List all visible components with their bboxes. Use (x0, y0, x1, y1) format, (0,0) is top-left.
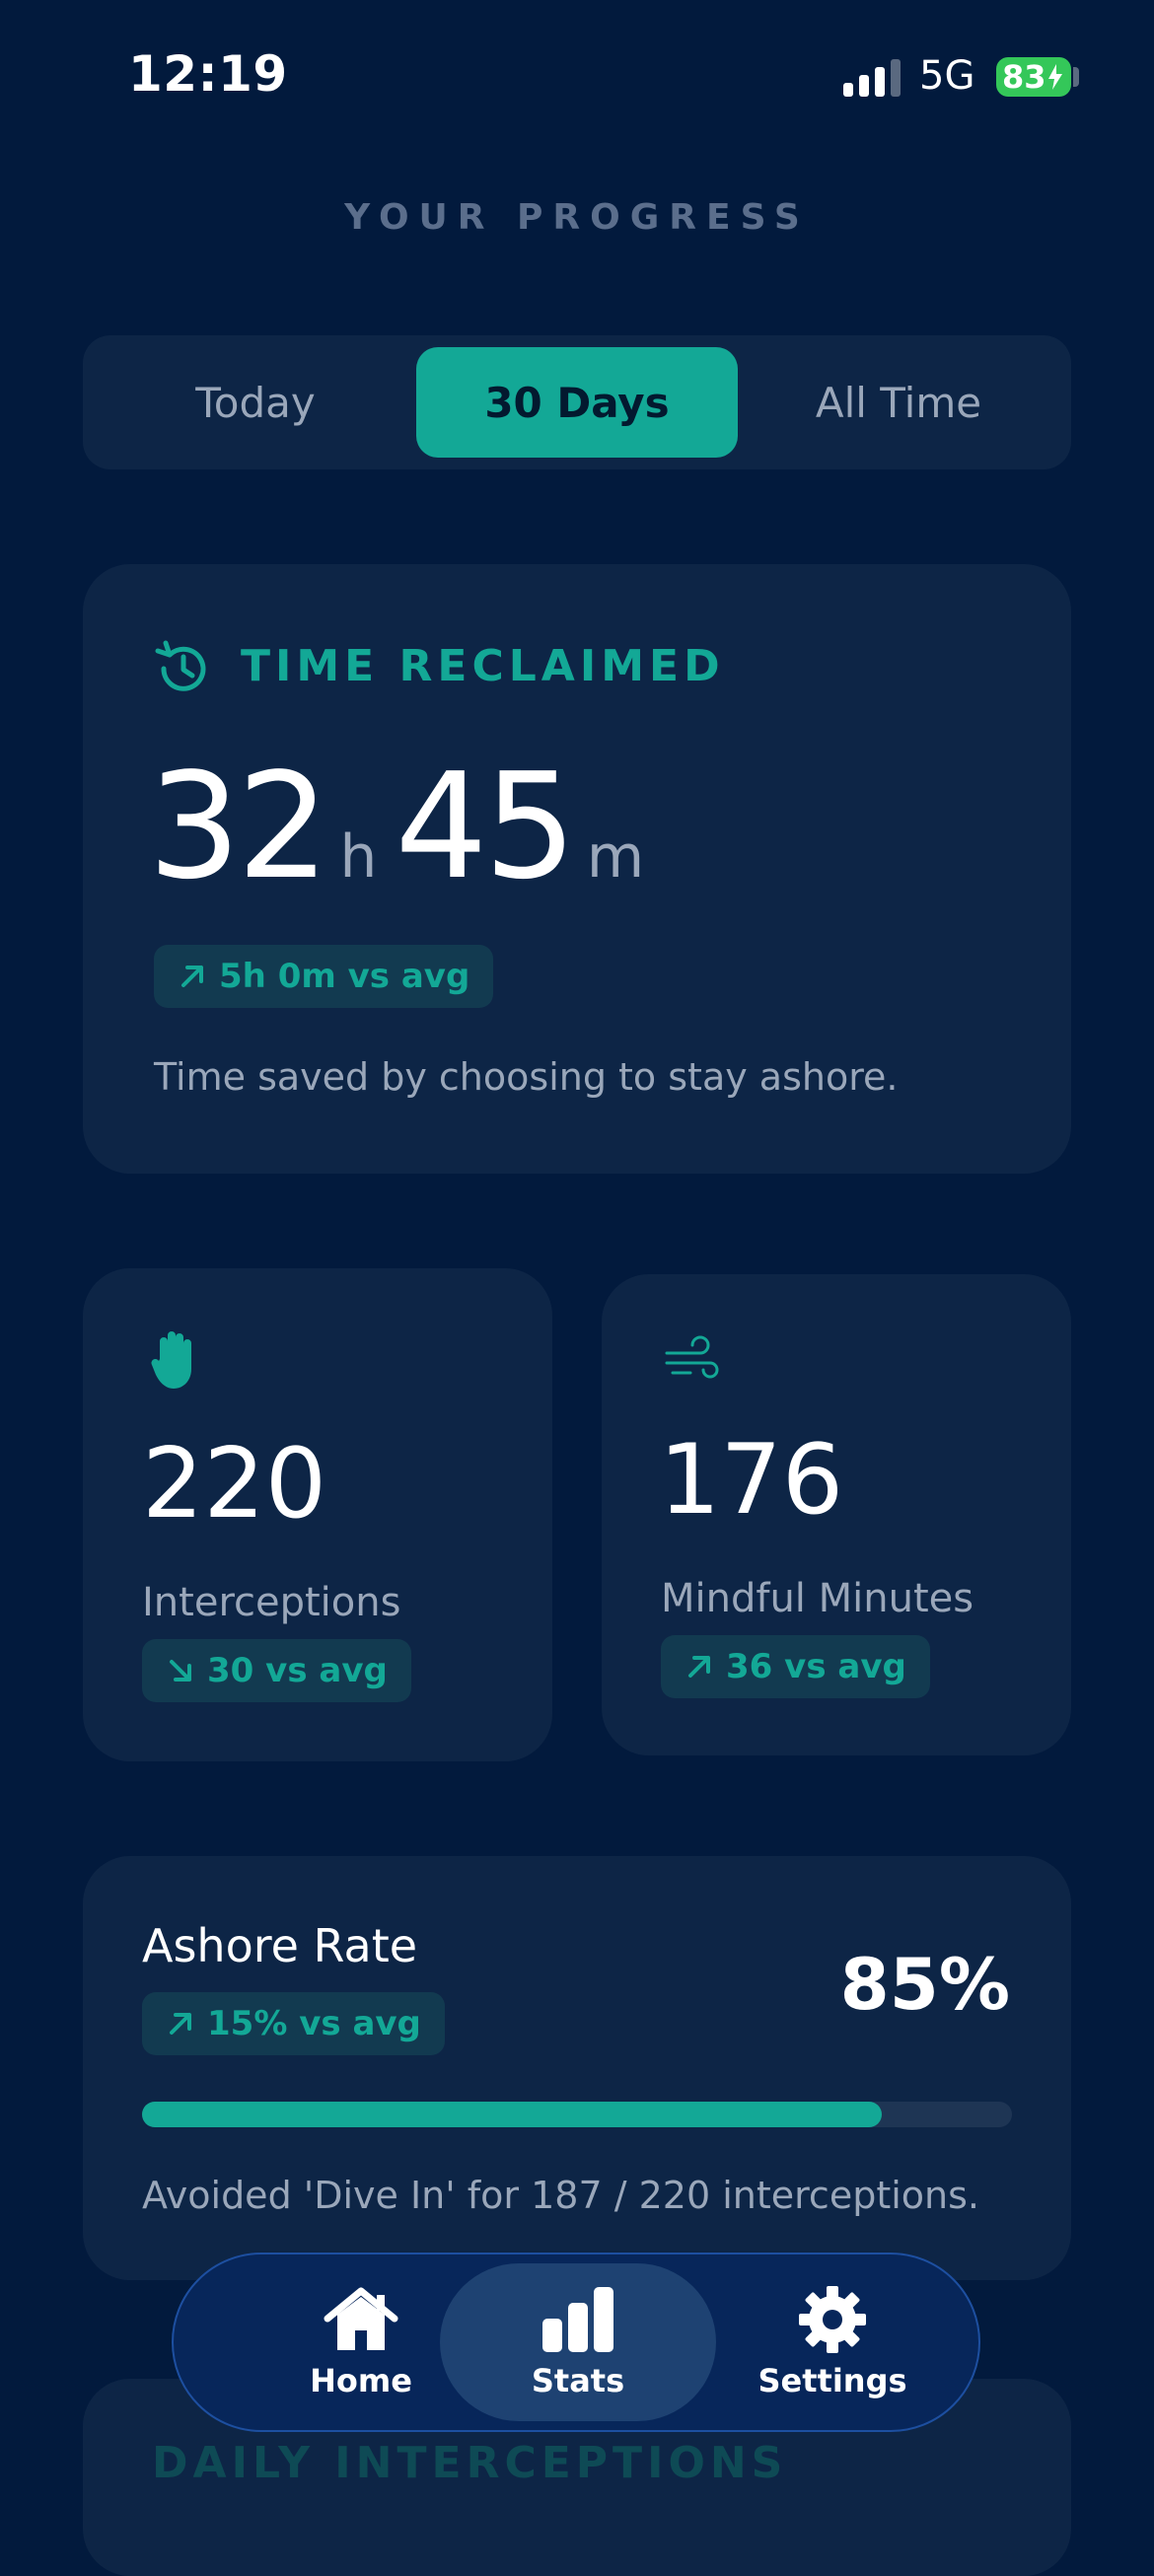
interceptions-delta-badge: 30 vs avg (142, 1639, 411, 1702)
time-reclaimed-caption: Time saved by choosing to stay ashore. (154, 1055, 899, 1099)
home-icon (324, 2287, 398, 2350)
segment-all-time[interactable]: All Time (738, 347, 1059, 458)
mindful-delta-badge: 36 vs avg (661, 1635, 930, 1698)
page-title: YOUR PROGRESS (344, 197, 810, 238)
nav-settings-label: Settings (757, 2362, 907, 2399)
time-reclaimed-title: TIME RECLAIMED (241, 641, 725, 691)
segment-30-days[interactable]: 30 Days (416, 347, 738, 458)
battery-cap (1073, 67, 1079, 87)
ashore-rate-caption: Avoided 'Dive In' for 187 / 220 intercep… (142, 2174, 979, 2217)
hours-unit: h (339, 823, 378, 892)
history-icon (155, 640, 206, 691)
interceptions-label: Interceptions (142, 1580, 401, 1625)
nav-stats[interactable]: Stats (440, 2263, 716, 2421)
time-reclaimed-value: 32 h 45 m (148, 742, 644, 911)
wind-icon (665, 1335, 719, 1379)
arrow-down-right-icon (170, 1660, 191, 1682)
range-segmented-control: Today 30 Days All Time (83, 335, 1071, 469)
arrow-up-right-icon (181, 966, 203, 987)
daily-interceptions-title: DAILY INTERCEPTIONS (152, 2438, 788, 2488)
nav-settings[interactable]: Settings (694, 2254, 971, 2430)
nav-home-label: Home (310, 2362, 412, 2399)
gear-icon (799, 2286, 866, 2353)
ashore-progress-fill (142, 2102, 882, 2127)
battery-icon: 83 (996, 57, 1071, 97)
interceptions-value: 220 (142, 1428, 327, 1540)
minutes-value: 45 (395, 742, 576, 911)
charging-bolt-icon (1047, 64, 1062, 90)
minutes-unit: m (586, 823, 645, 892)
ashore-delta-text: 15% vs avg (207, 2004, 421, 2043)
nav-stats-label: Stats (531, 2362, 625, 2399)
battery-level: 83 (1002, 58, 1046, 96)
hours-value: 32 (148, 742, 329, 911)
arrow-up-right-icon (170, 2013, 191, 2035)
arrow-up-right-icon (688, 1656, 710, 1678)
ashore-delta-badge: 15% vs avg (142, 1992, 445, 2055)
interceptions-delta-text: 30 vs avg (207, 1651, 388, 1690)
hand-icon (151, 1331, 191, 1389)
network-label: 5G (919, 53, 975, 99)
time-delta-badge: 5h 0m vs avg (154, 945, 494, 1008)
bottom-nav: Home Stats Settings (172, 2253, 980, 2432)
signal-icon (843, 57, 902, 97)
segment-today[interactable]: Today (95, 347, 416, 458)
mindful-minutes-label: Mindful Minutes (661, 1576, 974, 1621)
ashore-progress-track (142, 2102, 1012, 2127)
stats-icon (542, 2287, 613, 2352)
status-time: 12:19 (128, 45, 288, 103)
mindful-delta-text: 36 vs avg (726, 1647, 906, 1686)
time-delta-text: 5h 0m vs avg (219, 957, 470, 996)
mindful-minutes-value: 176 (659, 1424, 844, 1537)
